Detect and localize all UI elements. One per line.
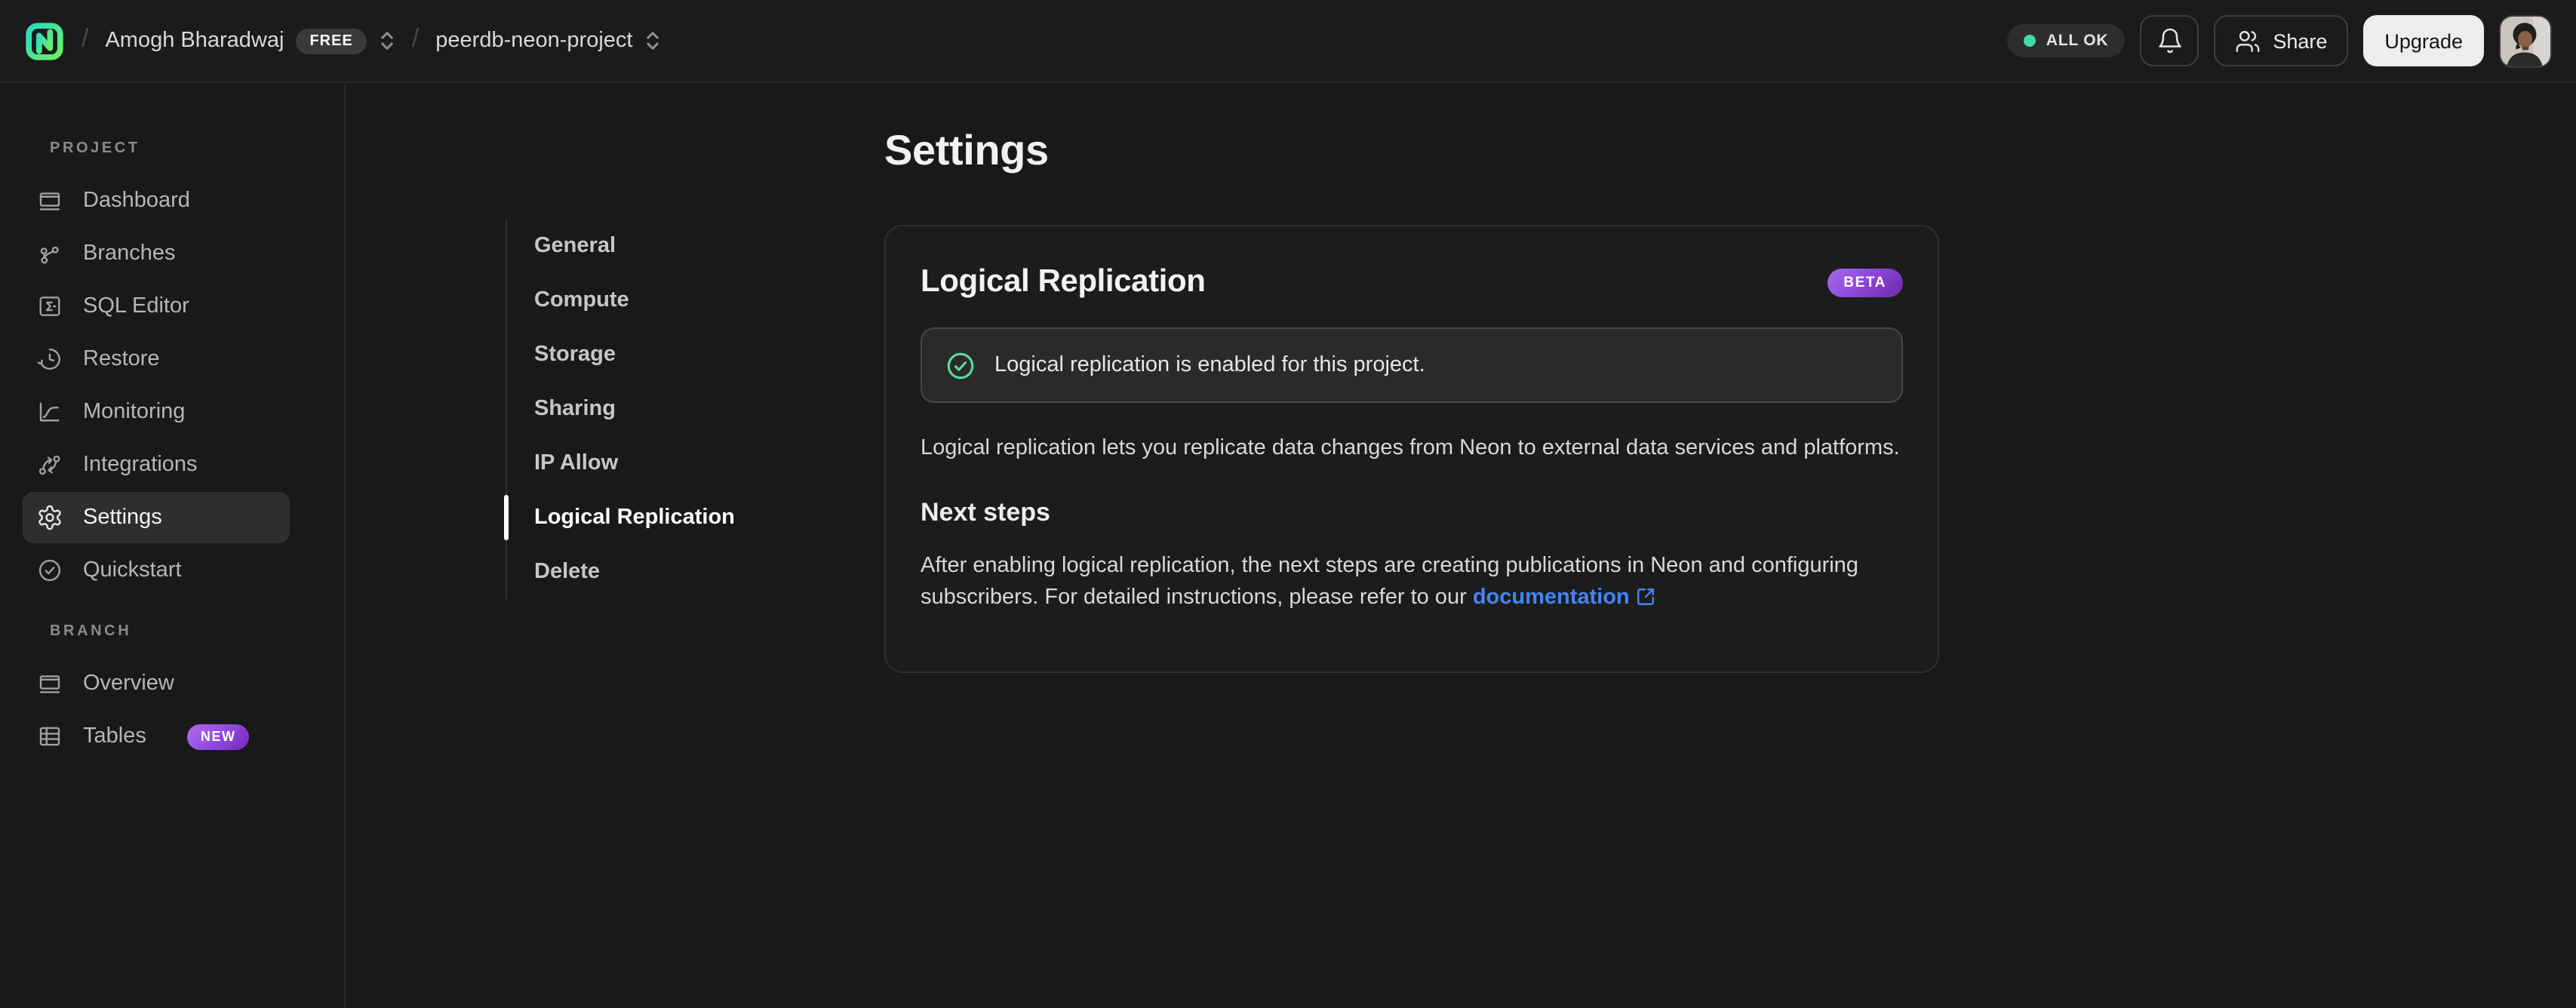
sidebar-item-branches[interactable]: Branches (23, 228, 290, 279)
dashboard-icon (39, 192, 60, 211)
card-header: Logical Replication BETA (921, 261, 1903, 303)
next-steps-text: After enabling logical replication, the … (921, 551, 1903, 614)
sidebar-item-label: Overview (83, 671, 174, 696)
settings-nav-delete[interactable]: Delete (507, 545, 824, 599)
app-window: / Amogh Bharadwaj FREE / peerdb-neon-pro… (0, 0, 2576, 1008)
main-content: Settings Logical Replication BETA Logica… (884, 83, 2001, 672)
settings-nav-storage[interactable]: Storage (507, 327, 824, 382)
plan-badge: FREE (296, 28, 367, 54)
settings-nav-ip-allow[interactable]: IP Allow (507, 436, 824, 490)
history-icon (37, 349, 60, 370)
org-name: Amogh Bharadwaj (105, 29, 284, 53)
sidebar-item-label: Branches (83, 241, 176, 266)
topbar-actions: ALL OK Share Upgrade (2006, 14, 2552, 67)
sidebar-item-monitoring[interactable]: Monitoring (23, 386, 290, 438)
gear-icon (38, 505, 61, 530)
table-icon (39, 727, 60, 746)
settings-nav-logical-replication[interactable]: Logical Replication (504, 490, 824, 545)
org-selector[interactable]: Amogh Bharadwaj FREE (105, 28, 395, 54)
sidebar-item-label: Dashboard (83, 189, 190, 213)
sidebar-item-label: Settings (83, 506, 162, 530)
new-badge: NEW (186, 724, 250, 749)
sidebar-item-integrations[interactable]: Integrations (23, 439, 290, 490)
page-title: Settings (884, 127, 1049, 174)
sidebar-item-restore[interactable]: Restore (23, 333, 290, 385)
card-description: Logical replication lets you replicate d… (921, 436, 1900, 460)
sidebar: PROJECT Dashboard Branches SQL Editor Re… (0, 83, 346, 1008)
sidebar-item-sql-editor[interactable]: SQL Editor (23, 281, 290, 332)
sidebar-item-label: SQL Editor (83, 294, 189, 318)
settings-nav-compute[interactable]: Compute (507, 273, 824, 327)
share-label: Share (2273, 29, 2328, 52)
card-title: Logical Replication (921, 264, 1206, 299)
sidebar-item-label: Monitoring (83, 400, 186, 424)
documentation-link[interactable]: documentation (1473, 585, 1630, 610)
user-avatar[interactable] (2499, 14, 2552, 67)
sql-editor-icon (39, 297, 60, 316)
breadcrumb-separator: / (411, 24, 420, 53)
project-selector[interactable]: peerdb-neon-project (435, 29, 661, 53)
logical-replication-card: Logical Replication BETA Logical replica… (884, 225, 1939, 672)
next-steps-title: Next steps (921, 498, 1050, 527)
check-circle-icon (38, 559, 61, 582)
project-name: peerdb-neon-project (435, 29, 633, 53)
chevron-up-down-icon (647, 32, 659, 50)
avatar-photo (2501, 16, 2550, 66)
share-button[interactable]: Share (2214, 15, 2349, 66)
sidebar-section-branch: BRANCH (50, 623, 132, 640)
beta-badge: BETA (1827, 268, 1903, 297)
sidebar-item-label: Tables (83, 724, 146, 748)
sidebar-section-project: PROJECT (50, 140, 140, 157)
chart-icon (39, 402, 60, 422)
overview-icon (39, 675, 60, 693)
sidebar-item-label: Integrations (83, 453, 198, 477)
notifications-button[interactable] (2140, 15, 2199, 66)
external-link-icon (1637, 589, 1654, 605)
upgrade-button[interactable]: Upgrade (2363, 15, 2484, 66)
sidebar-item-dashboard[interactable]: Dashboard (23, 175, 290, 226)
settings-nav-sharing[interactable]: Sharing (507, 382, 824, 436)
status-label: ALL OK (2046, 32, 2109, 50)
settings-nav-general[interactable]: General (507, 219, 824, 273)
status-ok-dot (2023, 35, 2036, 47)
sidebar-item-quickstart[interactable]: Quickstart (23, 545, 290, 596)
sidebar-item-label: Quickstart (83, 558, 182, 582)
check-circle-icon (947, 352, 974, 379)
users-icon (2236, 30, 2260, 51)
sidebar-item-settings[interactable]: Settings (23, 492, 290, 543)
integrations-icon (38, 455, 60, 475)
neon-logo-icon[interactable] (24, 20, 65, 61)
status-badge[interactable]: ALL OK (2006, 24, 2126, 57)
next-steps-body: After enabling logical replication, the … (921, 554, 1858, 610)
settings-nav: General Compute Storage Sharing IP Allow… (504, 219, 824, 599)
alert-text: Logical replication is enabled for this … (994, 353, 1425, 377)
breadcrumb: / Amogh Bharadwaj FREE / peerdb-neon-pro… (24, 20, 661, 61)
success-alert: Logical replication is enabled for this … (921, 327, 1903, 403)
git-branch-icon (40, 246, 59, 264)
sidebar-item-overview[interactable]: Overview (23, 658, 290, 709)
sidebar-item-label: Restore (83, 347, 160, 371)
chevron-up-down-icon (381, 32, 393, 50)
bell-icon (2158, 28, 2181, 54)
breadcrumb-separator: / (81, 24, 89, 53)
top-bar: / Amogh Bharadwaj FREE / peerdb-neon-pro… (0, 0, 2576, 83)
sidebar-item-tables[interactable]: Tables NEW (23, 711, 290, 762)
